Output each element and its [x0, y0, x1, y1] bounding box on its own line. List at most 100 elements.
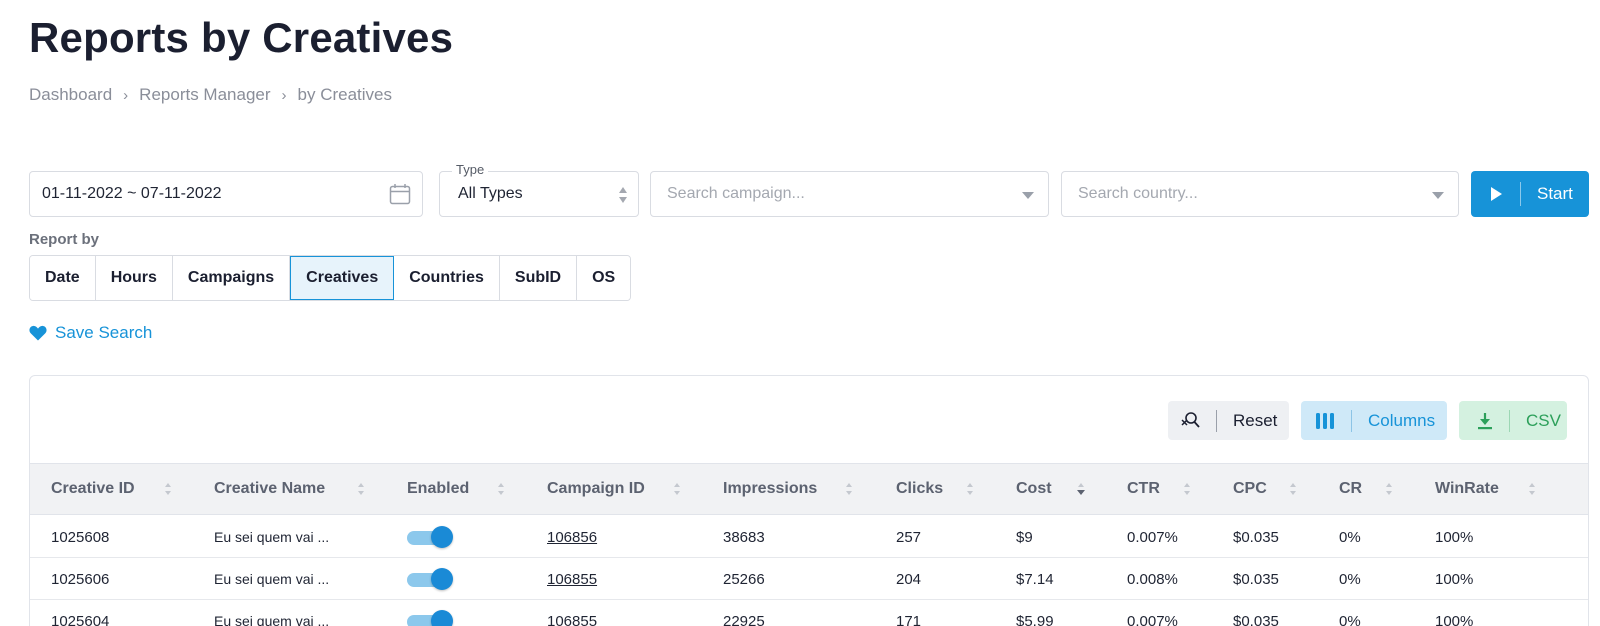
sort-icon: [846, 483, 852, 495]
sort-icon: [1290, 483, 1296, 495]
cell-cr: 0%: [1339, 570, 1361, 588]
sort-icon: [674, 483, 680, 495]
cell-campaign-id-link[interactable]: 106855: [547, 600, 597, 626]
cell-creative-id: 1025606: [51, 570, 110, 588]
sort-icon: [1184, 483, 1190, 495]
cell-campaign-id-link[interactable]: 106855: [547, 558, 597, 600]
report-by-group: Date Hours Campaigns Creatives Countries…: [29, 255, 632, 301]
cell-cr: 0%: [1339, 612, 1361, 626]
breadcrumb-reports-manager[interactable]: Reports Manager: [139, 85, 270, 105]
download-icon: [1478, 412, 1492, 429]
col-header-cr[interactable]: CR: [1339, 464, 1362, 514]
cell-clicks: 171: [896, 612, 922, 626]
report-by-countries[interactable]: Countries: [394, 256, 500, 300]
save-search-label: Save Search: [55, 323, 153, 342]
reset-search-icon: [1181, 411, 1200, 428]
cell-winrate: 100%: [1435, 570, 1474, 588]
columns-button[interactable]: Columns: [1301, 401, 1447, 440]
start-button[interactable]: Start: [1471, 171, 1589, 217]
report-by-date[interactable]: Date: [30, 256, 96, 300]
report-by-campaigns[interactable]: Campaigns: [172, 256, 291, 300]
type-label: Type: [452, 162, 489, 177]
chevron-right-icon: ›: [123, 86, 129, 104]
report-by-os[interactable]: OS: [577, 256, 631, 300]
enabled-toggle[interactable]: [407, 526, 453, 548]
cell-cr: 0%: [1339, 528, 1361, 546]
cell-winrate: 100%: [1435, 528, 1474, 546]
button-divider: [1509, 409, 1510, 432]
report-by-hours[interactable]: Hours: [95, 256, 173, 300]
chevron-down-icon: [1432, 192, 1444, 199]
calendar-icon: [389, 184, 411, 205]
col-header-creative-id[interactable]: Creative ID: [51, 464, 135, 514]
cell-winrate: 100%: [1435, 612, 1474, 626]
save-search-link[interactable]: Save Search: [29, 323, 152, 343]
country-search-select[interactable]: Search country...: [1061, 171, 1459, 217]
enabled-toggle[interactable]: [407, 610, 453, 626]
col-header-impressions[interactable]: Impressions: [723, 464, 817, 514]
reset-button[interactable]: Reset: [1168, 401, 1289, 440]
cell-impressions: 38683: [723, 528, 765, 546]
cell-clicks: 257: [896, 528, 922, 546]
page-title: Reports by Creatives: [29, 14, 454, 61]
col-header-creative-name[interactable]: Creative Name: [214, 464, 325, 514]
col-header-ctr[interactable]: CTR: [1127, 464, 1160, 514]
col-header-cost[interactable]: Cost: [1016, 464, 1052, 514]
button-divider: [1216, 409, 1217, 432]
report-by-subid[interactable]: SubID: [499, 256, 578, 300]
csv-download-button[interactable]: CSV: [1459, 401, 1567, 440]
type-select[interactable]: Type All Types: [439, 162, 639, 217]
cell-creative-name: Eu sei quem vai ...: [214, 613, 330, 626]
sort-desc-icon: [1077, 483, 1085, 495]
csv-label: CSV: [1526, 410, 1561, 430]
cell-ctr: 0.008%: [1127, 570, 1178, 588]
button-divider: [1351, 409, 1352, 432]
breadcrumb-dashboard[interactable]: Dashboard: [29, 85, 112, 105]
reset-label: Reset: [1233, 410, 1278, 430]
sort-icon: [1386, 483, 1392, 495]
col-header-clicks[interactable]: Clicks: [896, 464, 943, 514]
campaign-search-placeholder: Search campaign...: [667, 185, 805, 202]
sort-icon: [1529, 483, 1535, 495]
chevron-right-icon: ›: [281, 86, 287, 104]
cell-cpc: $0.035: [1233, 528, 1279, 546]
cell-clicks: 204: [896, 570, 922, 588]
date-range-picker[interactable]: 01-11-2022 ~ 07-11-2022: [29, 171, 423, 217]
col-header-winrate[interactable]: WinRate: [1435, 464, 1499, 514]
columns-label: Columns: [1368, 410, 1436, 430]
cell-campaign-id-link[interactable]: 106856: [547, 516, 597, 558]
report-table-card: Reset Columns CSV Creative ID Creative N…: [29, 375, 1589, 626]
cell-creative-id: 1025604: [51, 612, 110, 626]
sort-icon: [165, 483, 171, 495]
button-divider: [1520, 182, 1521, 206]
cell-cost: $5.99: [1016, 612, 1054, 626]
col-header-campaign-id[interactable]: Campaign ID: [547, 464, 645, 514]
table-header: Creative ID Creative Name Enabled Campai…: [30, 463, 1588, 515]
cell-creative-id: 1025608: [51, 528, 110, 546]
sort-updown-icon: [619, 187, 627, 203]
sort-icon: [498, 483, 504, 495]
cell-cpc: $0.035: [1233, 570, 1279, 588]
date-range-value: 01-11-2022 ~ 07-11-2022: [42, 185, 222, 202]
cell-ctr: 0.007%: [1127, 612, 1178, 626]
chevron-down-icon: [1022, 192, 1034, 199]
cell-ctr: 0.007%: [1127, 528, 1178, 546]
col-header-cpc[interactable]: CPC: [1233, 464, 1267, 514]
cell-cost: $9: [1016, 528, 1033, 546]
col-header-enabled[interactable]: Enabled: [407, 464, 469, 514]
breadcrumb: Dashboard › Reports Manager › by Creativ…: [29, 85, 392, 105]
cell-impressions: 25266: [723, 570, 765, 588]
campaign-search-select[interactable]: Search campaign...: [650, 171, 1049, 217]
cell-creative-name: Eu sei quem vai ...: [214, 529, 330, 545]
sort-icon: [967, 483, 973, 495]
heart-icon: [29, 325, 47, 341]
start-label: Start: [1537, 184, 1573, 203]
enabled-toggle[interactable]: [407, 568, 453, 590]
breadcrumb-current: by Creatives: [297, 85, 392, 104]
play-icon: [1491, 187, 1502, 201]
cell-cpc: $0.035: [1233, 612, 1279, 626]
cell-cost: $7.14: [1016, 570, 1054, 588]
report-by-creatives[interactable]: Creatives: [290, 256, 395, 300]
country-search-placeholder: Search country...: [1078, 185, 1198, 202]
table-row: 1025608 Eu sei quem vai ... 106856 38683…: [30, 516, 1588, 558]
